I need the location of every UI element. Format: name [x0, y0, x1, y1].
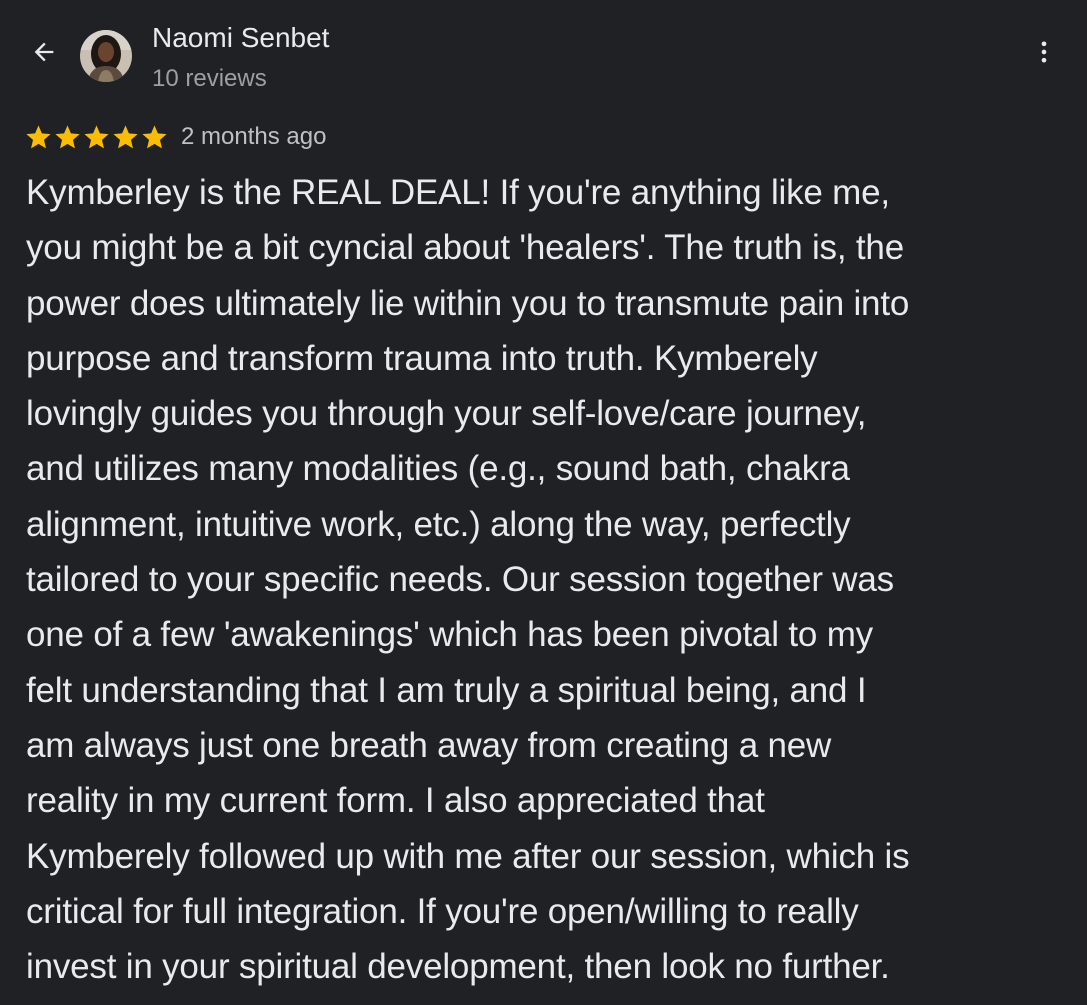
review-text-line: one of a few 'awakenings' which has been…	[26, 615, 873, 655]
review-time: 2 months ago	[181, 123, 327, 150]
review-text-line: invest in your spiritual development, th…	[26, 947, 890, 987]
review-header: Naomi Senbet 10 reviews	[0, 0, 1087, 110]
review-text-line: purpose and transform trauma into truth.…	[26, 338, 818, 378]
star-icon	[142, 124, 167, 148]
star-rating	[24, 123, 169, 152]
more-vertical-icon	[1041, 41, 1047, 63]
arrow-back-icon	[34, 42, 54, 62]
review-text-line: Kymberley is the REAL DEAL! If you're an…	[26, 173, 890, 212]
review-text-line: critical for full integration. If you're…	[26, 891, 859, 931]
review-text-line: felt understanding that I am truly a spi…	[26, 670, 867, 710]
star-icon	[55, 124, 80, 148]
star-icon	[84, 124, 109, 148]
more-options-button[interactable]	[1024, 32, 1064, 72]
back-button[interactable]	[24, 32, 64, 72]
review-text-line: you might be a bit cyncial about 'healer…	[26, 228, 904, 268]
avatar-image	[80, 30, 132, 82]
review-text-line: tailored to your specific needs. Our ses…	[26, 560, 894, 600]
avatar[interactable]	[80, 30, 132, 82]
author-name[interactable]: Naomi Senbet	[152, 20, 329, 56]
star-icon	[26, 124, 51, 148]
review-text-line: alignment, intuitive work, etc.) along t…	[26, 504, 851, 544]
review-text: Kymberley is the REAL DEAL! If you're an…	[26, 165, 1066, 994]
review-text-line: lovingly guides you through your self-lo…	[26, 394, 867, 434]
author-review-count: 10 reviews	[152, 65, 267, 92]
rating-row: 2 months ago	[24, 120, 326, 154]
star-icon	[113, 124, 138, 148]
review-text-line: am always just one breath away from crea…	[26, 725, 832, 765]
review-text-line: Kymberely followed up with me after our …	[26, 836, 910, 876]
review-text-line: reality in my current form. I also appre…	[26, 781, 765, 821]
review-text-line: power does ultimately lie within you to …	[26, 283, 910, 323]
review-text-line: and utilizes many modalities (e.g., soun…	[26, 449, 850, 489]
